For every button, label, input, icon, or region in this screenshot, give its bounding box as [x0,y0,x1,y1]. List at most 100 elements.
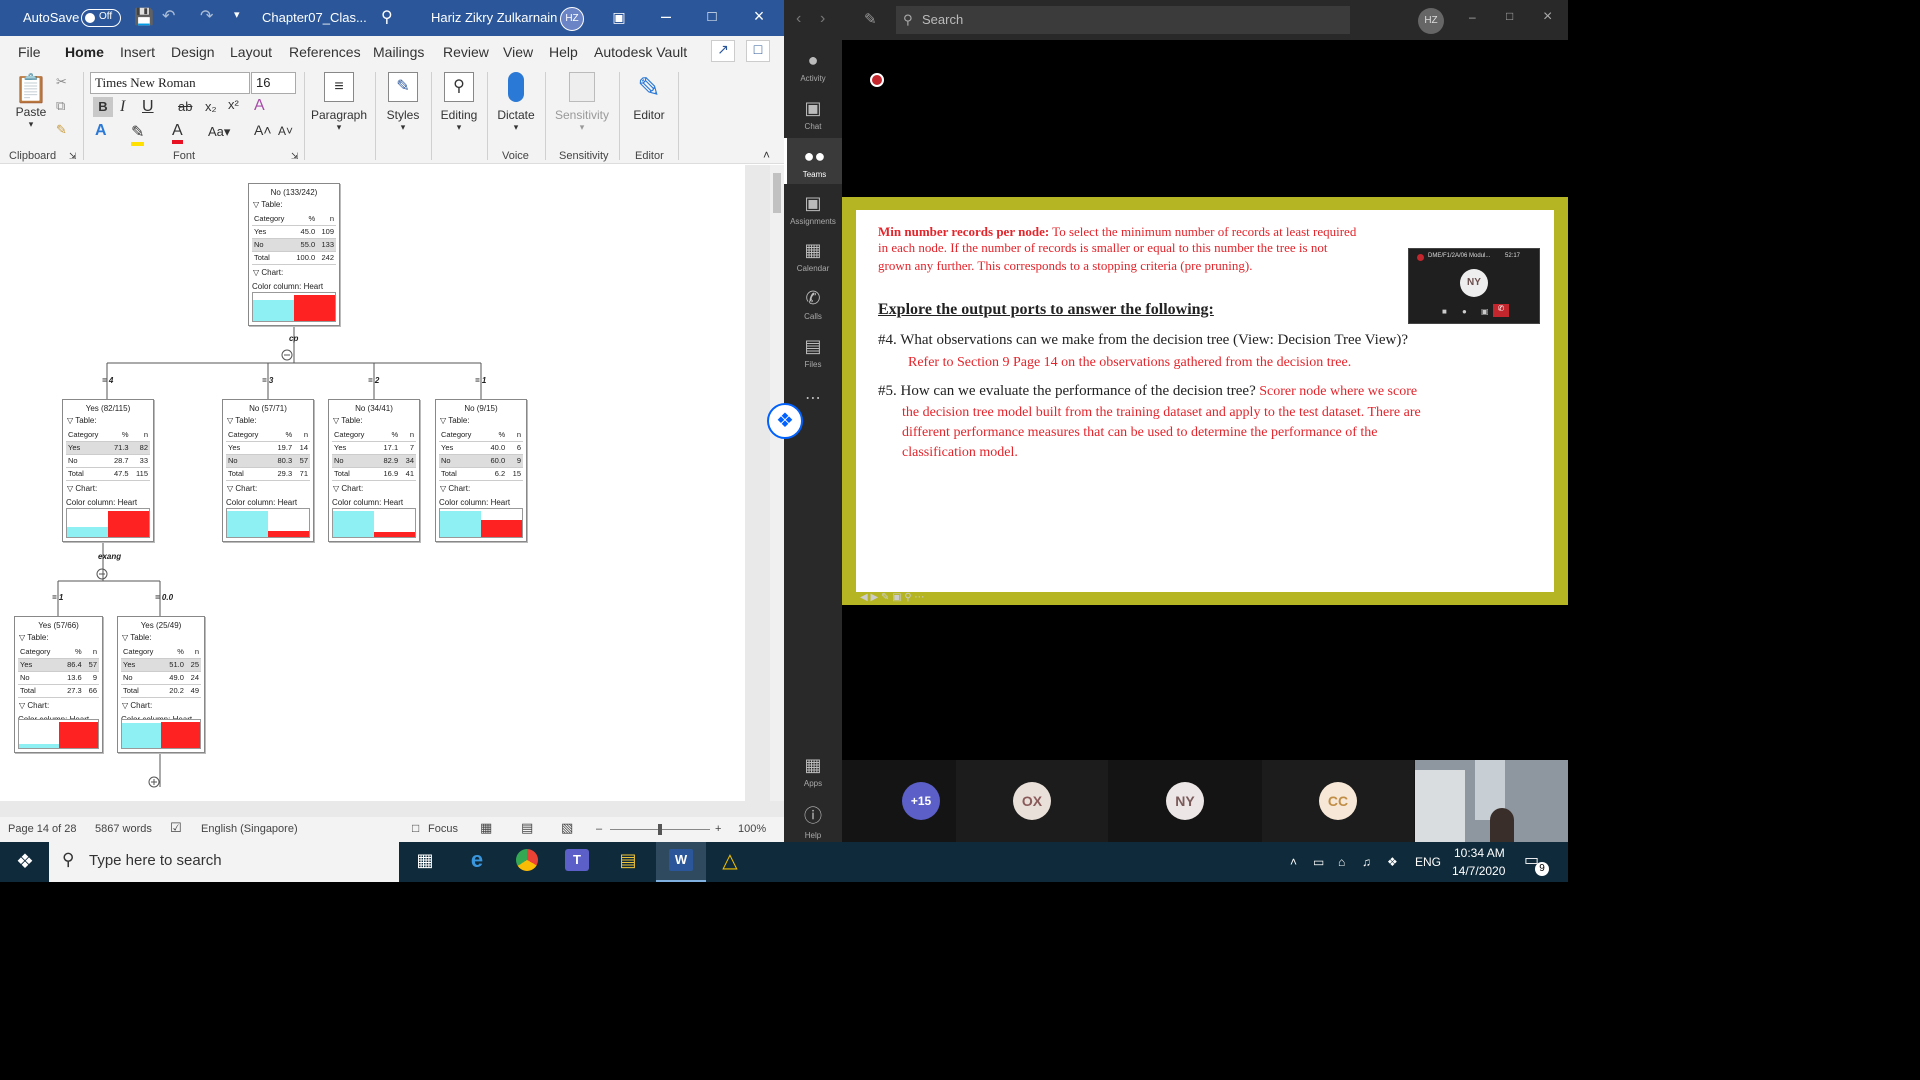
tree-node[interactable]: No (133/242) ▽ Table: Category% n Yes 45.0 109… [248,183,340,326]
menu-home[interactable]: Home [65,44,104,69]
italic-button[interactable]: I [120,98,125,116]
zoom-level[interactable]: 100% [738,823,766,835]
minimize-button[interactable]: – [651,6,681,27]
task-view-icon[interactable]: ▦ [410,850,440,871]
pip-camera-icon[interactable]: ■ [1442,307,1447,316]
tree-node[interactable]: No (9/15) ▽ Table: Category% n Yes 40.0 6 No 60.… [435,399,527,542]
menu-view[interactable]: View [503,44,533,60]
focus-icon[interactable]: □ [412,821,419,835]
redo-icon[interactable]: ↷ [200,6,213,26]
ribbon-display-icon[interactable]: ▣ [604,9,634,26]
grow-font-icon[interactable]: A˄ [254,122,272,138]
subscript-button[interactable]: x₂ [205,99,217,114]
clear-formatting-icon[interactable]: A [254,97,265,115]
user-avatar[interactable]: HZ [560,7,584,31]
wifi-icon[interactable]: ⌂ [1338,855,1345,869]
editor-button[interactable]: ✎ Editor [626,72,672,122]
autodesk-icon[interactable]: △ [715,848,745,873]
battery-icon[interactable]: ▭ [1313,855,1324,869]
language-status[interactable]: English (Singapore) [201,823,298,835]
font-launcher-icon[interactable]: ⇲ [291,151,299,162]
participant-ny[interactable]: NY [1166,782,1204,820]
maximize-button[interactable]: □ [697,8,727,25]
slideshow-controls[interactable]: ◀ ▶ ✎ ▣ ⚲ ⋯ [860,592,924,603]
rail-chat[interactable]: ▣ Chat [784,98,842,131]
strikethrough-button[interactable]: ab [178,99,192,114]
compose-icon[interactable]: ✎ [864,10,877,28]
superscript-button[interactable]: x² [228,97,239,112]
rail-calendar[interactable]: ▦ Calendar [784,240,842,273]
back-icon[interactable]: ‹ [796,10,801,28]
volume-icon[interactable]: ♫ [1362,855,1371,869]
rail-activity[interactable]: ● Activity [784,50,842,83]
dictate-button[interactable]: Dictate ▾ [493,72,539,133]
rail-teams[interactable]: ●● Teams [784,138,842,184]
copy-icon[interactable]: ⧉ [56,98,65,114]
rail-files[interactable]: ▤ Files [784,336,842,369]
tree-node[interactable]: Yes (57/66) ▽ Table: Category% n Yes 86.4 57 No… [14,616,103,753]
tray-overflow-icon[interactable]: ˄ [1290,855,1297,869]
font-name-box[interactable]: Times New Roman [90,72,250,94]
file-explorer-icon[interactable]: ▤ [613,850,643,871]
menu-layout[interactable]: Layout [230,44,272,60]
page-count[interactable]: Page 14 of 28 [8,823,77,835]
text-effects-icon[interactable]: A [95,122,107,140]
taskbar-search-input[interactable]: Type here to search [49,842,399,882]
rail-assignments[interactable]: ▣ Assignments [784,193,842,226]
zoom-out-icon[interactable]: – [596,823,602,835]
menu-design[interactable]: Design [171,44,215,60]
save-icon[interactable]: 💾 [134,7,154,27]
meeting-pip-window[interactable]: DME/F1/2A/06 Modul... 52:17 NY ■ ● ▣ ✆ [1408,248,1540,324]
teams-taskbar-icon[interactable]: T [562,848,592,871]
menu-references[interactable]: References [289,44,361,60]
share-icon[interactable]: ↗ [711,40,735,62]
tree-node[interactable]: Yes (82/115) ▽ Table: Category% n Yes 71.3 82 N… [62,399,154,542]
menu-review[interactable]: Review [443,44,489,60]
teams-minimize-button[interactable]: – [1469,10,1476,24]
rail-apps[interactable]: ▦ Apps [784,755,842,788]
tree-node[interactable]: No (34/41) ▽ Table: Category% n Yes 17.1 7 No 82… [328,399,420,542]
start-windows-icon[interactable]: ❖ [10,849,40,874]
proofing-icon[interactable]: ☑ [170,820,182,836]
sensitivity-button[interactable]: Sensitivity ▾ [551,72,613,133]
comments-icon[interactable]: □ [746,40,770,62]
search-icon[interactable]: ⚲ [381,7,393,27]
horizontal-scrollbar[interactable] [0,801,784,817]
teams-search-input[interactable]: Search [896,6,1350,34]
web-layout-icon[interactable]: ▧ [561,820,573,836]
pip-mic-icon[interactable]: ● [1462,307,1467,316]
format-painter-icon[interactable]: ✎ [56,122,67,138]
tray-dropbox-icon[interactable]: ❖ [1387,855,1398,869]
paste-button[interactable]: 📋 Paste ▾ [10,72,52,130]
menu-mailings[interactable]: Mailings [373,44,424,60]
pip-share-icon[interactable]: ▣ [1481,307,1489,316]
edge-icon[interactable]: e [462,847,492,873]
tree-node[interactable]: Yes (25/49) ▽ Table: Category% n Yes 51.0 25 No… [117,616,205,753]
forward-icon[interactable]: › [820,10,825,28]
teams-user-avatar[interactable]: HZ [1418,8,1444,34]
clock-date[interactable]: 14/7/2020 [1452,864,1505,878]
tree-node[interactable]: No (57/71) ▽ Table: Category% n Yes 19.7 14 No 8… [222,399,314,542]
rail-calls[interactable]: ✆ Calls [784,288,842,321]
zoom-slider-thumb[interactable] [658,824,662,835]
clipboard-launcher-icon[interactable]: ⇲ [69,151,77,162]
teams-close-button[interactable]: × [1543,8,1552,26]
input-language[interactable]: ENG [1415,855,1441,869]
paragraph-button[interactable]: ≡ Paragraph ▾ [310,72,368,133]
collapse-ribbon-icon[interactable]: ˄ [763,148,770,162]
highlight-icon[interactable]: ✎ [131,122,145,146]
clock-time[interactable]: 10:34 AM [1454,846,1505,860]
dropbox-icon[interactable]: ❖ [767,403,803,439]
autosave-toggle[interactable]: Off [81,9,121,27]
participant-cc[interactable]: CC [1319,782,1357,820]
font-color-icon[interactable]: A [172,122,183,144]
underline-button[interactable]: U [142,98,154,116]
change-case-icon[interactable]: Aa▾ [208,124,230,140]
chrome-icon[interactable] [512,849,542,876]
close-button[interactable]: × [744,6,774,27]
read-mode-icon[interactable]: ▦ [480,820,492,836]
menu-insert[interactable]: Insert [120,44,155,60]
menu-help[interactable]: Help [549,44,578,60]
shrink-font-icon[interactable]: A˅ [278,124,293,138]
pip-hangup-icon[interactable]: ✆ [1493,304,1509,317]
